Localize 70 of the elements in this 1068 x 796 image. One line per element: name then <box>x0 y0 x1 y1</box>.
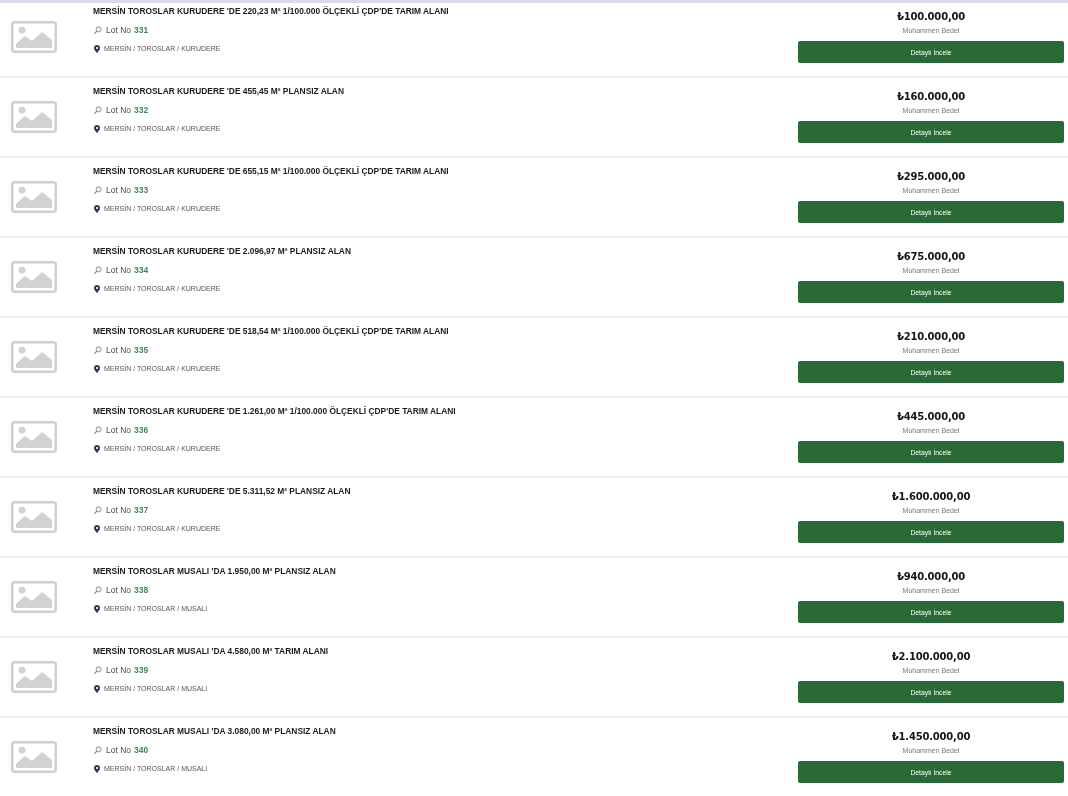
price: ₺675.000,00 <box>897 250 965 264</box>
location-pin-icon <box>94 285 100 293</box>
listing-title: MERSİN TOROSLAR KURUDERE 'DE 1.261,00 M² 1/100.000 ÖLÇEKLİ ÇDP'DE TARIM ALANI <box>93 405 457 417</box>
lot-label: Lot No <box>106 24 132 36</box>
price: ₺1.600.000,00 <box>891 490 971 504</box>
price: ₺940.000,00 <box>897 570 965 584</box>
price: ₺160.000,00 <box>897 90 965 104</box>
search-icon <box>94 266 102 274</box>
lot-label: Lot No <box>106 344 132 356</box>
lot-number: 337 <box>134 504 149 516</box>
listing-title: MERSİN TOROSLAR KURUDERE 'DE 655,15 M² 1/100.000 ÖLÇEKLİ ÇDP'DE TARIM ALANI <box>93 165 450 177</box>
location-pin-icon <box>94 125 100 133</box>
search-icon <box>94 666 102 674</box>
location-pin-icon <box>94 45 100 53</box>
image-placeholder-icon <box>11 261 57 293</box>
location-pin-icon <box>94 605 100 613</box>
location-pin-icon <box>94 445 100 453</box>
price: ₺445.000,00 <box>897 410 965 424</box>
location-pin-icon <box>94 685 100 693</box>
listing-title: MERSİN TOROSLAR MUSALI 'DA 1.950,00 M² PLANSIZ ALAN <box>93 565 337 577</box>
lot-label: Lot No <box>106 424 132 436</box>
price: ₺210.000,00 <box>897 330 965 344</box>
listing-title: MERSİN TOROSLAR KURUDERE 'DE 518,54 M² 1/100.000 ÖLÇEKLİ ÇDP'DE TARIM ALANI <box>93 325 450 337</box>
lot-number: 336 <box>134 424 149 436</box>
price: ₺2.100.000,00 <box>891 650 971 664</box>
lot-number: 333 <box>134 184 149 196</box>
listing-title: MERSİN TOROSLAR KURUDERE 'DE 5.311,52 M² PLANSIZ ALAN <box>93 485 352 497</box>
location-pin-icon <box>94 765 100 773</box>
lot-number: 339 <box>134 664 149 676</box>
lot-number: 335 <box>134 344 149 356</box>
listing-title: MERSİN TOROSLAR KURUDERE 'DE 455,45 M² PLANSIZ ALAN <box>93 85 345 97</box>
location-pin-icon <box>94 365 100 373</box>
listing-title: MERSİN TOROSLAR KURUDERE 'DE 220,23 M² 1/100.000 ÖLÇEKLİ ÇDP'DE TARIM ALANI <box>93 5 450 17</box>
image-placeholder-icon <box>11 421 57 453</box>
lot-label: Lot No <box>106 744 132 756</box>
lot-number: 331 <box>134 24 149 36</box>
lot-label: Lot No <box>106 264 132 276</box>
lot-label: Lot No <box>106 584 132 596</box>
lot-label: Lot No <box>106 104 132 116</box>
price: ₺295.000,00 <box>897 170 965 184</box>
search-icon <box>94 506 102 514</box>
image-placeholder-icon <box>11 501 57 533</box>
image-placeholder-icon <box>11 741 57 773</box>
lot-label: Lot No <box>106 664 132 676</box>
price: ₺1.450.000,00 <box>891 730 971 744</box>
image-placeholder-icon <box>11 21 57 53</box>
lot-number: 340 <box>134 744 149 756</box>
search-icon <box>94 426 102 434</box>
lot-label: Lot No <box>106 184 132 196</box>
image-placeholder-icon <box>11 581 57 613</box>
search-icon <box>94 346 102 354</box>
lot-label: Lot No <box>106 504 132 516</box>
lot-number: 338 <box>134 584 149 596</box>
listing-title: MERSİN TOROSLAR KURUDERE 'DE 2.096,97 M² PLANSIZ ALAN <box>93 245 352 257</box>
image-placeholder-icon <box>11 101 57 133</box>
search-icon <box>94 186 102 194</box>
location-pin-icon <box>94 205 100 213</box>
listing-title: MERSİN TOROSLAR MUSALI 'DA 4.580,00 M² TARIM ALANI <box>93 645 330 657</box>
image-placeholder-icon <box>11 341 57 373</box>
search-icon <box>94 26 102 34</box>
image-placeholder-icon <box>11 181 57 213</box>
listing-title: MERSİN TOROSLAR MUSALI 'DA 3.080,00 M² PLANSIZ ALAN <box>93 725 337 737</box>
lot-number: 332 <box>134 104 149 116</box>
lot-number: 334 <box>134 264 149 276</box>
search-icon <box>94 106 102 114</box>
search-icon <box>94 586 102 594</box>
search-icon <box>94 746 102 754</box>
price: ₺100.000,00 <box>897 10 965 24</box>
location-pin-icon <box>94 525 100 533</box>
image-placeholder-icon <box>11 661 57 693</box>
